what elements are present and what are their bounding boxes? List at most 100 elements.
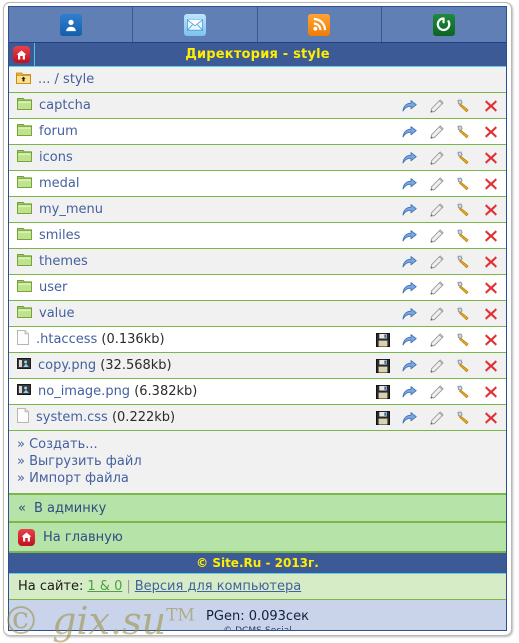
move-arrow-icon[interactable] bbox=[402, 410, 417, 425]
menu-item-create[interactable]: » Создать... bbox=[17, 436, 506, 453]
delete-cross-icon[interactable] bbox=[483, 254, 498, 269]
table-row[interactable]: no_image.png (6.382kb) bbox=[9, 379, 506, 405]
wrench-icon[interactable] bbox=[456, 150, 471, 165]
wrench-icon[interactable] bbox=[456, 280, 471, 295]
delete-cross-icon[interactable] bbox=[483, 228, 498, 243]
delete-cross-icon[interactable] bbox=[483, 150, 498, 165]
table-row[interactable]: medal bbox=[9, 171, 506, 197]
desktop-version-link[interactable]: Версия для компьютера bbox=[135, 579, 301, 594]
wrench-icon[interactable] bbox=[456, 410, 471, 425]
wrench-icon[interactable] bbox=[456, 228, 471, 243]
pencil-icon[interactable] bbox=[429, 280, 444, 295]
table-row[interactable]: my_menu bbox=[9, 197, 506, 223]
table-row[interactable]: smiles bbox=[9, 223, 506, 249]
move-arrow-icon[interactable] bbox=[402, 124, 417, 139]
floppy-save-icon[interactable] bbox=[375, 384, 390, 399]
table-row[interactable]: system.css (0.222kb) bbox=[9, 405, 506, 431]
row-actions bbox=[402, 202, 498, 217]
table-row[interactable]: captcha bbox=[9, 93, 506, 119]
folder-name-link[interactable]: themes bbox=[39, 254, 88, 269]
move-arrow-icon[interactable] bbox=[402, 384, 417, 399]
delete-cross-icon[interactable] bbox=[483, 176, 498, 191]
table-row[interactable]: value bbox=[9, 301, 506, 327]
table-row[interactable]: .htaccess (0.136kb) bbox=[9, 327, 506, 353]
delete-cross-icon[interactable] bbox=[483, 358, 498, 373]
pencil-icon[interactable] bbox=[429, 332, 444, 347]
move-arrow-icon[interactable] bbox=[402, 176, 417, 191]
file-name-link[interactable]: no_image.png (6.382kb) bbox=[38, 384, 197, 399]
topbar-item-profile[interactable] bbox=[9, 7, 134, 42]
move-arrow-icon[interactable] bbox=[402, 202, 417, 217]
folder-name-link[interactable]: my_menu bbox=[39, 202, 103, 217]
nav-to-home[interactable]: На главную bbox=[9, 522, 506, 552]
floppy-save-icon[interactable] bbox=[375, 358, 390, 373]
move-arrow-icon[interactable] bbox=[402, 254, 417, 269]
file-name-link[interactable]: copy.png (32.568kb) bbox=[38, 358, 172, 373]
delete-cross-icon[interactable] bbox=[483, 280, 498, 295]
wrench-icon[interactable] bbox=[456, 358, 471, 373]
delete-cross-icon[interactable] bbox=[483, 384, 498, 399]
delete-cross-icon[interactable] bbox=[483, 306, 498, 321]
folder-name-link[interactable]: forum bbox=[39, 124, 78, 139]
move-arrow-icon[interactable] bbox=[402, 280, 417, 295]
file-icon bbox=[17, 330, 29, 349]
pencil-icon[interactable] bbox=[429, 176, 444, 191]
delete-cross-icon[interactable] bbox=[483, 332, 498, 347]
folder-name-link[interactable]: captcha bbox=[39, 98, 91, 113]
table-row[interactable]: themes bbox=[9, 249, 506, 275]
wrench-icon[interactable] bbox=[456, 202, 471, 217]
pencil-icon[interactable] bbox=[429, 410, 444, 425]
file-name-link[interactable]: system.css (0.222kb) bbox=[36, 410, 175, 425]
file-name-link[interactable]: .htaccess (0.136kb) bbox=[36, 332, 165, 347]
table-row[interactable]: icons bbox=[9, 145, 506, 171]
folder-name-link[interactable]: icons bbox=[39, 150, 73, 165]
pencil-icon[interactable] bbox=[429, 150, 444, 165]
topbar-item-refresh[interactable] bbox=[382, 7, 506, 42]
wrench-icon[interactable] bbox=[456, 332, 471, 347]
wrench-icon[interactable] bbox=[456, 384, 471, 399]
user-icon bbox=[59, 13, 82, 36]
folder-name-link[interactable]: smiles bbox=[39, 228, 80, 243]
menu-item-import[interactable]: » Импорт файла bbox=[17, 470, 506, 487]
nav-to-admin[interactable]: « В админку bbox=[9, 494, 506, 522]
move-arrow-icon[interactable] bbox=[402, 228, 417, 243]
wrench-icon[interactable] bbox=[456, 124, 471, 139]
move-arrow-icon[interactable] bbox=[402, 306, 417, 321]
pencil-icon[interactable] bbox=[429, 98, 444, 113]
delete-cross-icon[interactable] bbox=[483, 98, 498, 113]
row-actions bbox=[402, 150, 498, 165]
delete-cross-icon[interactable] bbox=[483, 202, 498, 217]
folder-name-link[interactable]: user bbox=[39, 280, 67, 295]
topbar-item-rss[interactable] bbox=[258, 7, 382, 42]
floppy-save-icon[interactable] bbox=[375, 332, 390, 347]
wrench-icon[interactable] bbox=[456, 98, 471, 113]
move-arrow-icon[interactable] bbox=[402, 150, 417, 165]
pencil-icon[interactable] bbox=[429, 228, 444, 243]
floppy-save-icon[interactable] bbox=[375, 410, 390, 425]
menu-item-upload[interactable]: » Выгрузить файл bbox=[17, 453, 506, 470]
pencil-icon[interactable] bbox=[429, 254, 444, 269]
delete-cross-icon[interactable] bbox=[483, 410, 498, 425]
folder-name-link[interactable]: value bbox=[39, 306, 75, 321]
breadcrumb[interactable]: ... / style bbox=[9, 67, 506, 93]
table-row[interactable]: user bbox=[9, 275, 506, 301]
delete-cross-icon[interactable] bbox=[483, 124, 498, 139]
table-row[interactable]: copy.png (32.568kb) bbox=[9, 353, 506, 379]
pencil-icon[interactable] bbox=[429, 384, 444, 399]
online-users-link[interactable]: 1 & 0 bbox=[87, 579, 122, 594]
move-arrow-icon[interactable] bbox=[402, 332, 417, 347]
pencil-icon[interactable] bbox=[429, 124, 444, 139]
move-arrow-icon[interactable] bbox=[402, 358, 417, 373]
table-row[interactable]: forum bbox=[9, 119, 506, 145]
row-actions bbox=[402, 176, 498, 191]
pencil-icon[interactable] bbox=[429, 358, 444, 373]
topbar-item-mail[interactable] bbox=[133, 7, 258, 42]
pencil-icon[interactable] bbox=[429, 306, 444, 321]
title-home-button[interactable] bbox=[9, 43, 35, 66]
wrench-icon[interactable] bbox=[456, 306, 471, 321]
wrench-icon[interactable] bbox=[456, 254, 471, 269]
move-arrow-icon[interactable] bbox=[402, 98, 417, 113]
folder-name-link[interactable]: medal bbox=[39, 176, 80, 191]
pencil-icon[interactable] bbox=[429, 202, 444, 217]
wrench-icon[interactable] bbox=[456, 176, 471, 191]
